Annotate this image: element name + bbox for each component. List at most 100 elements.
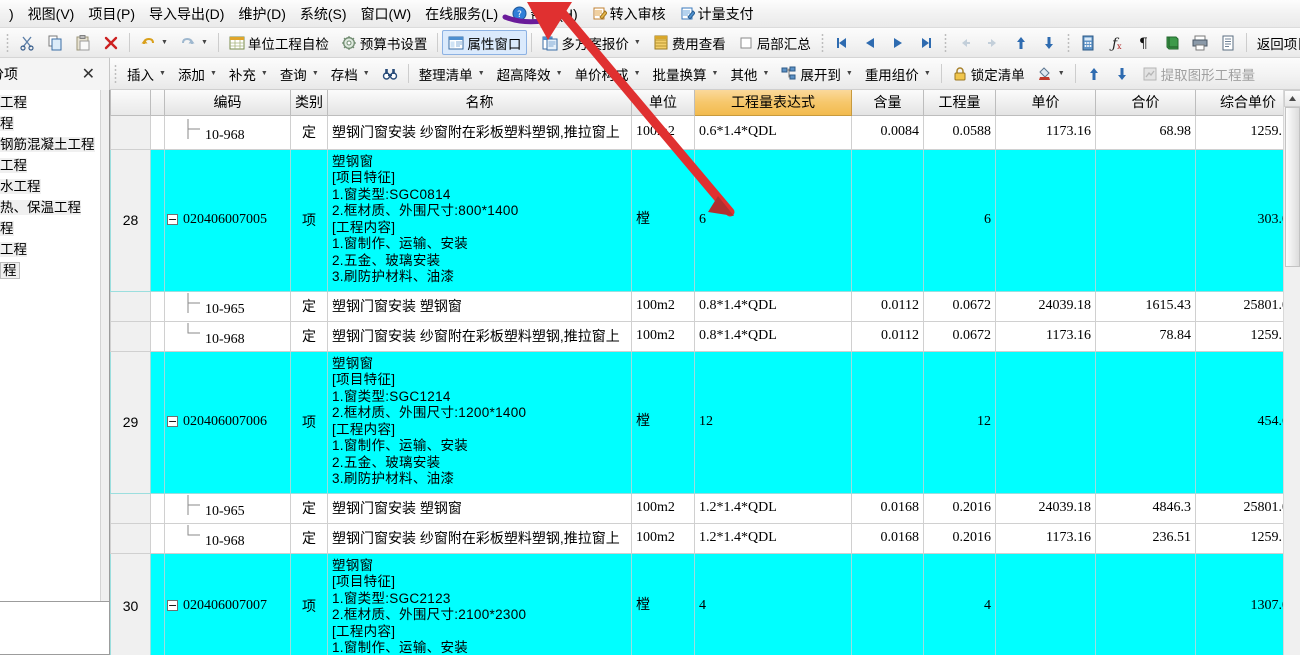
cell-code[interactable]: 10-968 (164, 320, 291, 352)
cell-category[interactable]: 定 (290, 320, 328, 352)
cell-category[interactable]: 项 (290, 148, 328, 292)
quantity-grid-panel[interactable]: 编码 类别 名称 单位 工程量表达式 含量 工程量 单价 合价 综合单价 10-968 定塑钢门窗安… (110, 90, 1300, 655)
cell-unit[interactable]: 樘 (631, 350, 695, 494)
ultra-high-efficiency-button[interactable]: 超高降效 ▼ (491, 61, 569, 86)
cell-code[interactable]: 10-965 (164, 492, 291, 524)
menu-item-system[interactable]: 系统(S) (293, 1, 354, 27)
menu-item-measure-payment[interactable]: 计量支付 (673, 1, 761, 27)
prev-record-button[interactable] (856, 30, 884, 55)
quantity-grid[interactable]: 编码 类别 名称 单位 工程量表达式 含量 工程量 单价 合价 综合单价 10-968 定塑钢门窗安… (110, 90, 1300, 655)
batch-convert-button[interactable]: 批量换算 ▼ (647, 61, 725, 86)
row-number[interactable] (110, 320, 151, 352)
cell-unitprice[interactable]: 24039.18 (995, 290, 1096, 322)
cell-category[interactable]: 定 (290, 492, 328, 524)
fee-view-button[interactable]: 费用查看 (647, 30, 732, 55)
chevron-down-icon[interactable]: ▼ (762, 70, 769, 77)
cell-totalprice[interactable]: 236.51 (1095, 522, 1196, 554)
extract-graph-quantity-button[interactable]: 提取图形工程量 (1136, 61, 1262, 86)
cell-unitprice[interactable] (995, 552, 1096, 655)
cell-code[interactable]: −020406007005 (164, 148, 291, 292)
table-row[interactable]: 28−020406007005 项塑钢窗 [项目特征] 1.窗类型:SGC0814… (110, 148, 1300, 292)
book-button[interactable] (1158, 30, 1186, 55)
menu-item-help[interactable]: ? 帮助(H) (505, 1, 584, 27)
cell-totalprice[interactable] (1095, 148, 1196, 292)
cell-code[interactable]: 10-968 (164, 114, 291, 150)
menu-item-view[interactable]: 视图(V) (21, 1, 82, 27)
tree-item-4[interactable]: 水工程 (0, 176, 109, 197)
next-record-button[interactable] (884, 30, 912, 55)
cell-unit[interactable]: 100m2 (631, 114, 695, 150)
cell-unitprice[interactable]: 1173.16 (995, 114, 1096, 150)
toolbar-grip[interactable] (820, 32, 824, 53)
grid-header-gutter[interactable] (150, 90, 165, 116)
chevron-down-icon[interactable]: ▼ (161, 39, 168, 46)
cell-category[interactable]: 定 (290, 114, 328, 150)
toolbar-grip[interactable] (1066, 32, 1070, 53)
grid-header-code[interactable]: 编码 (164, 90, 291, 116)
query-button[interactable]: 查询 ▼ (274, 61, 325, 86)
cell-totalprice[interactable] (1095, 350, 1196, 494)
chevron-down-icon[interactable]: ▼ (556, 70, 563, 77)
table-row[interactable]: 29−020406007006 项塑钢窗 [项目特征] 1.窗类型:SGC1214… (110, 350, 1300, 494)
row-number[interactable] (110, 492, 151, 524)
other-button[interactable]: 其他 ▼ (724, 61, 775, 86)
grid-header-quantity[interactable]: 工程量 (923, 90, 996, 116)
cell-content[interactable]: 0.0112 (851, 320, 924, 352)
row-number[interactable]: 30 (110, 552, 151, 655)
cell-name[interactable]: 塑钢门窗安装 纱窗附在彩板塑料塑钢,推拉窗上 (327, 114, 632, 150)
cell-quantity[interactable]: 0.0672 (923, 290, 996, 322)
cell-content[interactable]: 0.0168 (851, 492, 924, 524)
grid-body[interactable]: 10-968 定塑钢门窗安装 纱窗附在彩板塑料塑钢,推拉窗上 100m2 0.6*1.… (110, 114, 1300, 655)
formula-button[interactable]: ƒx (1102, 30, 1130, 55)
chevron-down-icon[interactable]: ▼ (261, 70, 268, 77)
cell-quantity[interactable]: 0.0672 (923, 320, 996, 352)
tree-item-1[interactable]: 程 (0, 113, 109, 134)
print-button[interactable] (1186, 30, 1214, 55)
move-left-button[interactable] (951, 30, 979, 55)
menu-item-transfer-review[interactable]: 转入审核 (585, 1, 673, 27)
collapse-toggle-icon[interactable]: − (167, 599, 178, 611)
chevron-down-icon[interactable]: ▼ (634, 39, 641, 46)
menu-item-project[interactable]: 项目(P) (81, 1, 142, 27)
toolbar-grip[interactable] (6, 32, 9, 53)
cell-name[interactable]: 塑钢门窗安装 纱窗附在彩板塑料塑钢,推拉窗上 (327, 320, 632, 352)
cell-content[interactable] (851, 148, 924, 292)
cell-name[interactable]: 塑钢窗 [项目特征] 1.窗类型:SGC0814 2.框材质、外围尺寸:800*… (327, 148, 632, 292)
cell-unitprice[interactable]: 1173.16 (995, 522, 1096, 554)
menu-item-window[interactable]: 窗口(W) (354, 1, 419, 27)
close-icon[interactable]: ✕ (82, 64, 95, 84)
cell-name[interactable]: 塑钢门窗安装 纱窗附在彩板塑料塑钢,推拉窗上 (327, 522, 632, 554)
menu-item-maintenance[interactable]: 维护(D) (231, 1, 292, 27)
cell-unit[interactable]: 樘 (631, 148, 695, 292)
lock-list-button[interactable]: 锁定清单 (946, 61, 1031, 86)
grid-header-category[interactable]: 类别 (290, 90, 328, 116)
properties-window-button[interactable]: 属性窗口 (442, 30, 528, 55)
collapse-toggle-icon[interactable]: − (167, 214, 178, 226)
partial-summary-button[interactable]: 局部汇总 (732, 30, 817, 55)
supplement-button[interactable]: 补充 ▼ (223, 61, 274, 86)
cell-expr[interactable]: 1.2*1.4*QDL (694, 522, 852, 554)
cell-expr[interactable]: 12 (694, 350, 852, 494)
collapse-toggle-icon[interactable]: − (167, 416, 178, 428)
cell-totalprice[interactable]: 78.84 (1095, 320, 1196, 352)
chevron-down-icon[interactable]: ▼ (924, 70, 931, 77)
reuse-pricing-button[interactable]: 重用组价 ▼ (859, 61, 937, 86)
copy-button[interactable] (41, 30, 69, 55)
cell-content[interactable] (851, 552, 924, 655)
table-row[interactable]: 10-968 定塑钢门窗安装 纱窗附在彩板塑料塑钢,推拉窗上 100m2 0.6*1.… (110, 114, 1300, 150)
self-check-button[interactable]: 单位工程自检 (223, 30, 335, 55)
cell-expr[interactable]: 0.8*1.4*QDL (694, 290, 852, 322)
row-number[interactable] (110, 290, 151, 322)
cell-code[interactable]: −020406007007 (164, 552, 291, 655)
insert-button[interactable]: 插入 ▼ (121, 61, 172, 86)
row-number[interactable]: 28 (110, 148, 151, 292)
grid-vertical-scrollbar[interactable] (1283, 90, 1300, 655)
grid-header-rownum[interactable] (110, 90, 151, 116)
cut-button[interactable] (13, 30, 41, 55)
toolbar-grip[interactable] (943, 32, 947, 53)
chevron-down-icon[interactable]: ▼ (712, 70, 719, 77)
tree-item-3[interactable]: 工程 (0, 155, 109, 176)
grid-header-content[interactable]: 含量 (851, 90, 924, 116)
row-number[interactable] (110, 522, 151, 554)
cell-unit[interactable]: 100m2 (631, 522, 695, 554)
